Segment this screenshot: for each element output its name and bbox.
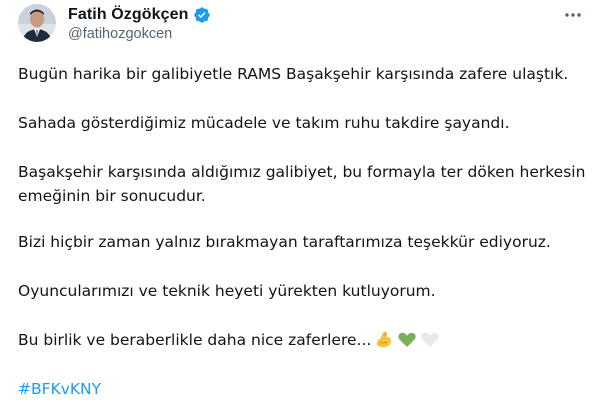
author-handle[interactable]: @fatihozgokcen <box>68 26 211 42</box>
more-options-icon[interactable] <box>562 6 584 24</box>
tweet-paragraph: Bugün harika bir galibiyetle RAMS Başakş… <box>18 65 569 83</box>
tweet-paragraph: Bizi hiçbir zaman yalnız bırakmayan tara… <box>18 233 551 251</box>
tweet-line: Bu birlik ve beraberlikle daha nice zafe… <box>18 331 372 349</box>
author-names: Fatih Özgökçen @fatihozgokcen <box>68 4 211 42</box>
tweet-paragraph: Başakşehir karşısında aldığımız galibiye… <box>18 160 585 208</box>
tweet-paragraph: Oyuncularımızı ve teknik heyeti yürekten… <box>18 282 436 300</box>
tweet-line: Başakşehir karşısında aldığımız galibiye… <box>18 163 586 181</box>
avatar[interactable] <box>18 4 56 42</box>
verified-badge-icon <box>193 6 211 24</box>
hashtag-link[interactable]: #BFKvKNY <box>18 377 101 401</box>
tweet-header: Fatih Özgökçen @fatihozgokcen <box>18 4 211 42</box>
tweet-paragraph-emoji-line: Bu birlik ve beraberlikle daha nice zafe… <box>18 328 440 352</box>
author-display-name[interactable]: Fatih Özgökçen <box>68 6 189 24</box>
tweet-paragraph: Sahada gösterdiğimiz mücadele ve takım r… <box>18 114 510 132</box>
flexed-biceps-icon <box>374 330 394 350</box>
tweet-line: emeğinin bir sonucudur. <box>18 187 206 205</box>
name-row: Fatih Özgökçen <box>68 4 211 26</box>
tweet-card: Fatih Özgökçen @fatihozgokcen Bugün hari… <box>0 0 607 408</box>
white-heart-icon <box>420 330 440 350</box>
green-heart-icon <box>397 330 417 350</box>
